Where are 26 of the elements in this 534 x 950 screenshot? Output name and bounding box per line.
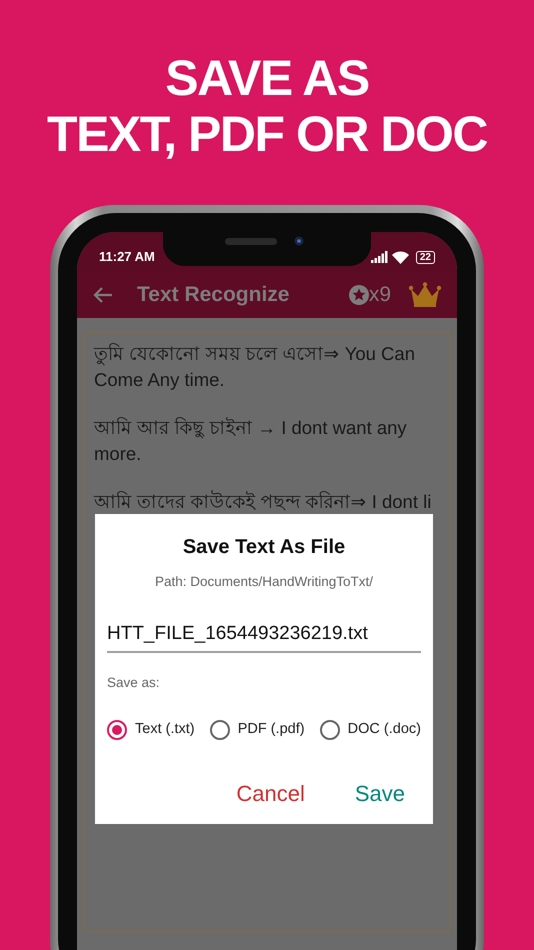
radio-button[interactable] xyxy=(107,720,127,740)
star-coin-icon xyxy=(348,285,369,305)
format-option[interactable]: DOC (.doc) xyxy=(320,719,421,741)
status-time: 11:27 AM xyxy=(99,248,155,266)
save-as-label: Save as: xyxy=(107,674,161,692)
recognized-text: আমি আর কিছু চাইনা → I dont want any more. xyxy=(94,416,408,466)
signal-icon xyxy=(370,251,388,263)
wifi-icon xyxy=(392,250,409,264)
recognized-text: আমি তাদের কাউকেই পছন্দ করিনা⇒ I dont li xyxy=(94,489,432,514)
format-option[interactable]: Text (.txt) xyxy=(107,719,195,741)
file-path: Path: Documents/HandWritingToTxt/ xyxy=(154,573,374,591)
recognized-text: তুমি যেকোনো সময় চলে এসো⇒ You Can Come Any time. xyxy=(94,342,416,392)
file-name-field[interactable]: HTT_FILE_1654493236219.txt xyxy=(107,620,421,653)
app-title: Text Recognize xyxy=(137,282,290,308)
back-arrow-icon[interactable] xyxy=(93,287,113,303)
headline: SAVE AS xyxy=(165,50,369,106)
format-option[interactable]: PDF (.pdf) xyxy=(210,719,305,741)
battery-indicator: 22 xyxy=(416,250,435,264)
save-button[interactable]: Save xyxy=(354,776,405,810)
coin-count: x9 xyxy=(368,282,391,308)
headline: TEXT, PDF OR DOC xyxy=(47,106,487,162)
radio-button[interactable] xyxy=(320,720,340,740)
crown-icon[interactable] xyxy=(409,282,441,308)
dialog-title: Save Text As File xyxy=(182,535,346,560)
radio-button[interactable] xyxy=(210,720,230,740)
cancel-button[interactable]: Cancel xyxy=(236,776,305,810)
